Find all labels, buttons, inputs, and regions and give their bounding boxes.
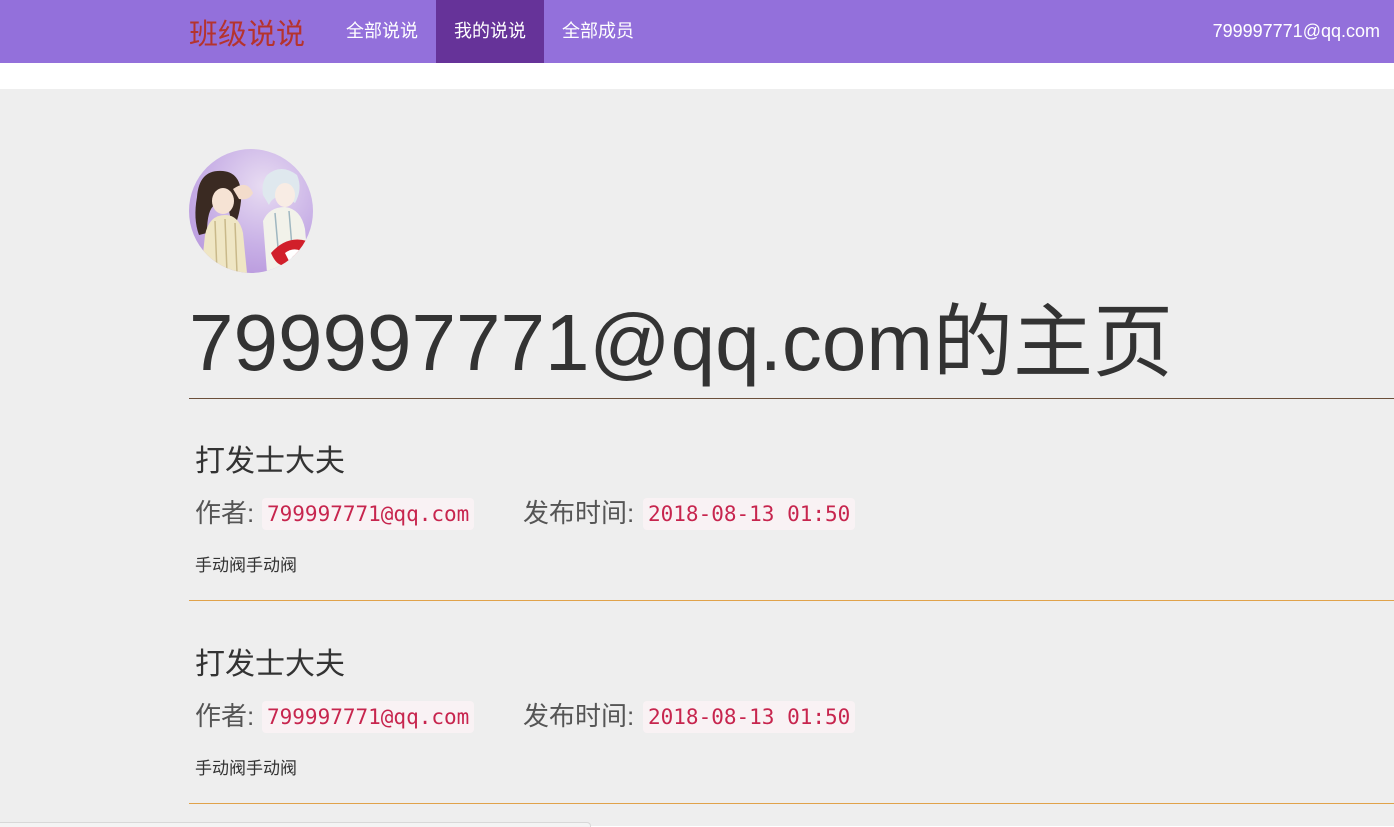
post-author: 799997771@qq.com xyxy=(262,701,475,733)
top-navbar: 班级说说 全部说说 我的说说 全部成员 799997771@qq.com xyxy=(0,0,1394,63)
nav-menu: 全部说说 我的说说 全部成员 xyxy=(328,0,652,63)
post-author: 799997771@qq.com xyxy=(262,498,475,530)
post-item: 打发士大夫 作者: 799997771@qq.com 发布时间: 2018-08… xyxy=(189,645,1394,805)
post-time: 2018-08-13 01:50 xyxy=(643,498,856,530)
page-title: 799997771@qq.com的主页 xyxy=(189,298,1173,387)
post-divider xyxy=(189,600,1394,601)
post-time: 2018-08-13 01:50 xyxy=(643,701,856,733)
brand-link[interactable]: 班级说说 xyxy=(189,0,305,63)
post-divider xyxy=(189,803,1394,804)
post-title: 打发士大夫 xyxy=(195,445,345,478)
nav-item-my-posts[interactable]: 我的说说 xyxy=(436,0,544,63)
horizontal-scrollbar[interactable] xyxy=(0,822,591,827)
time-label: 发布时间: xyxy=(523,701,635,731)
time-label: 发布时间: xyxy=(523,498,635,528)
author-label: 作者: xyxy=(195,701,255,731)
post-content: 手动阀手动阀 xyxy=(195,759,297,778)
author-label: 作者: xyxy=(195,498,255,528)
nav-item-all-posts[interactable]: 全部说说 xyxy=(328,0,436,63)
post-content: 手动阀手动阀 xyxy=(195,556,297,575)
nav-item-all-members[interactable]: 全部成员 xyxy=(544,0,652,63)
title-divider xyxy=(189,398,1394,399)
post-title: 打发士大夫 xyxy=(195,648,345,681)
anime-avatar-image xyxy=(189,149,313,273)
avatar xyxy=(189,149,313,273)
post-item: 打发士大夫 作者: 799997771@qq.com 发布时间: 2018-08… xyxy=(189,442,1394,602)
profile-section: 799997771@qq.com的主页 打发士大夫 作者: 799997771@… xyxy=(0,89,1394,826)
user-email-link[interactable]: 799997771@qq.com xyxy=(1213,0,1380,63)
